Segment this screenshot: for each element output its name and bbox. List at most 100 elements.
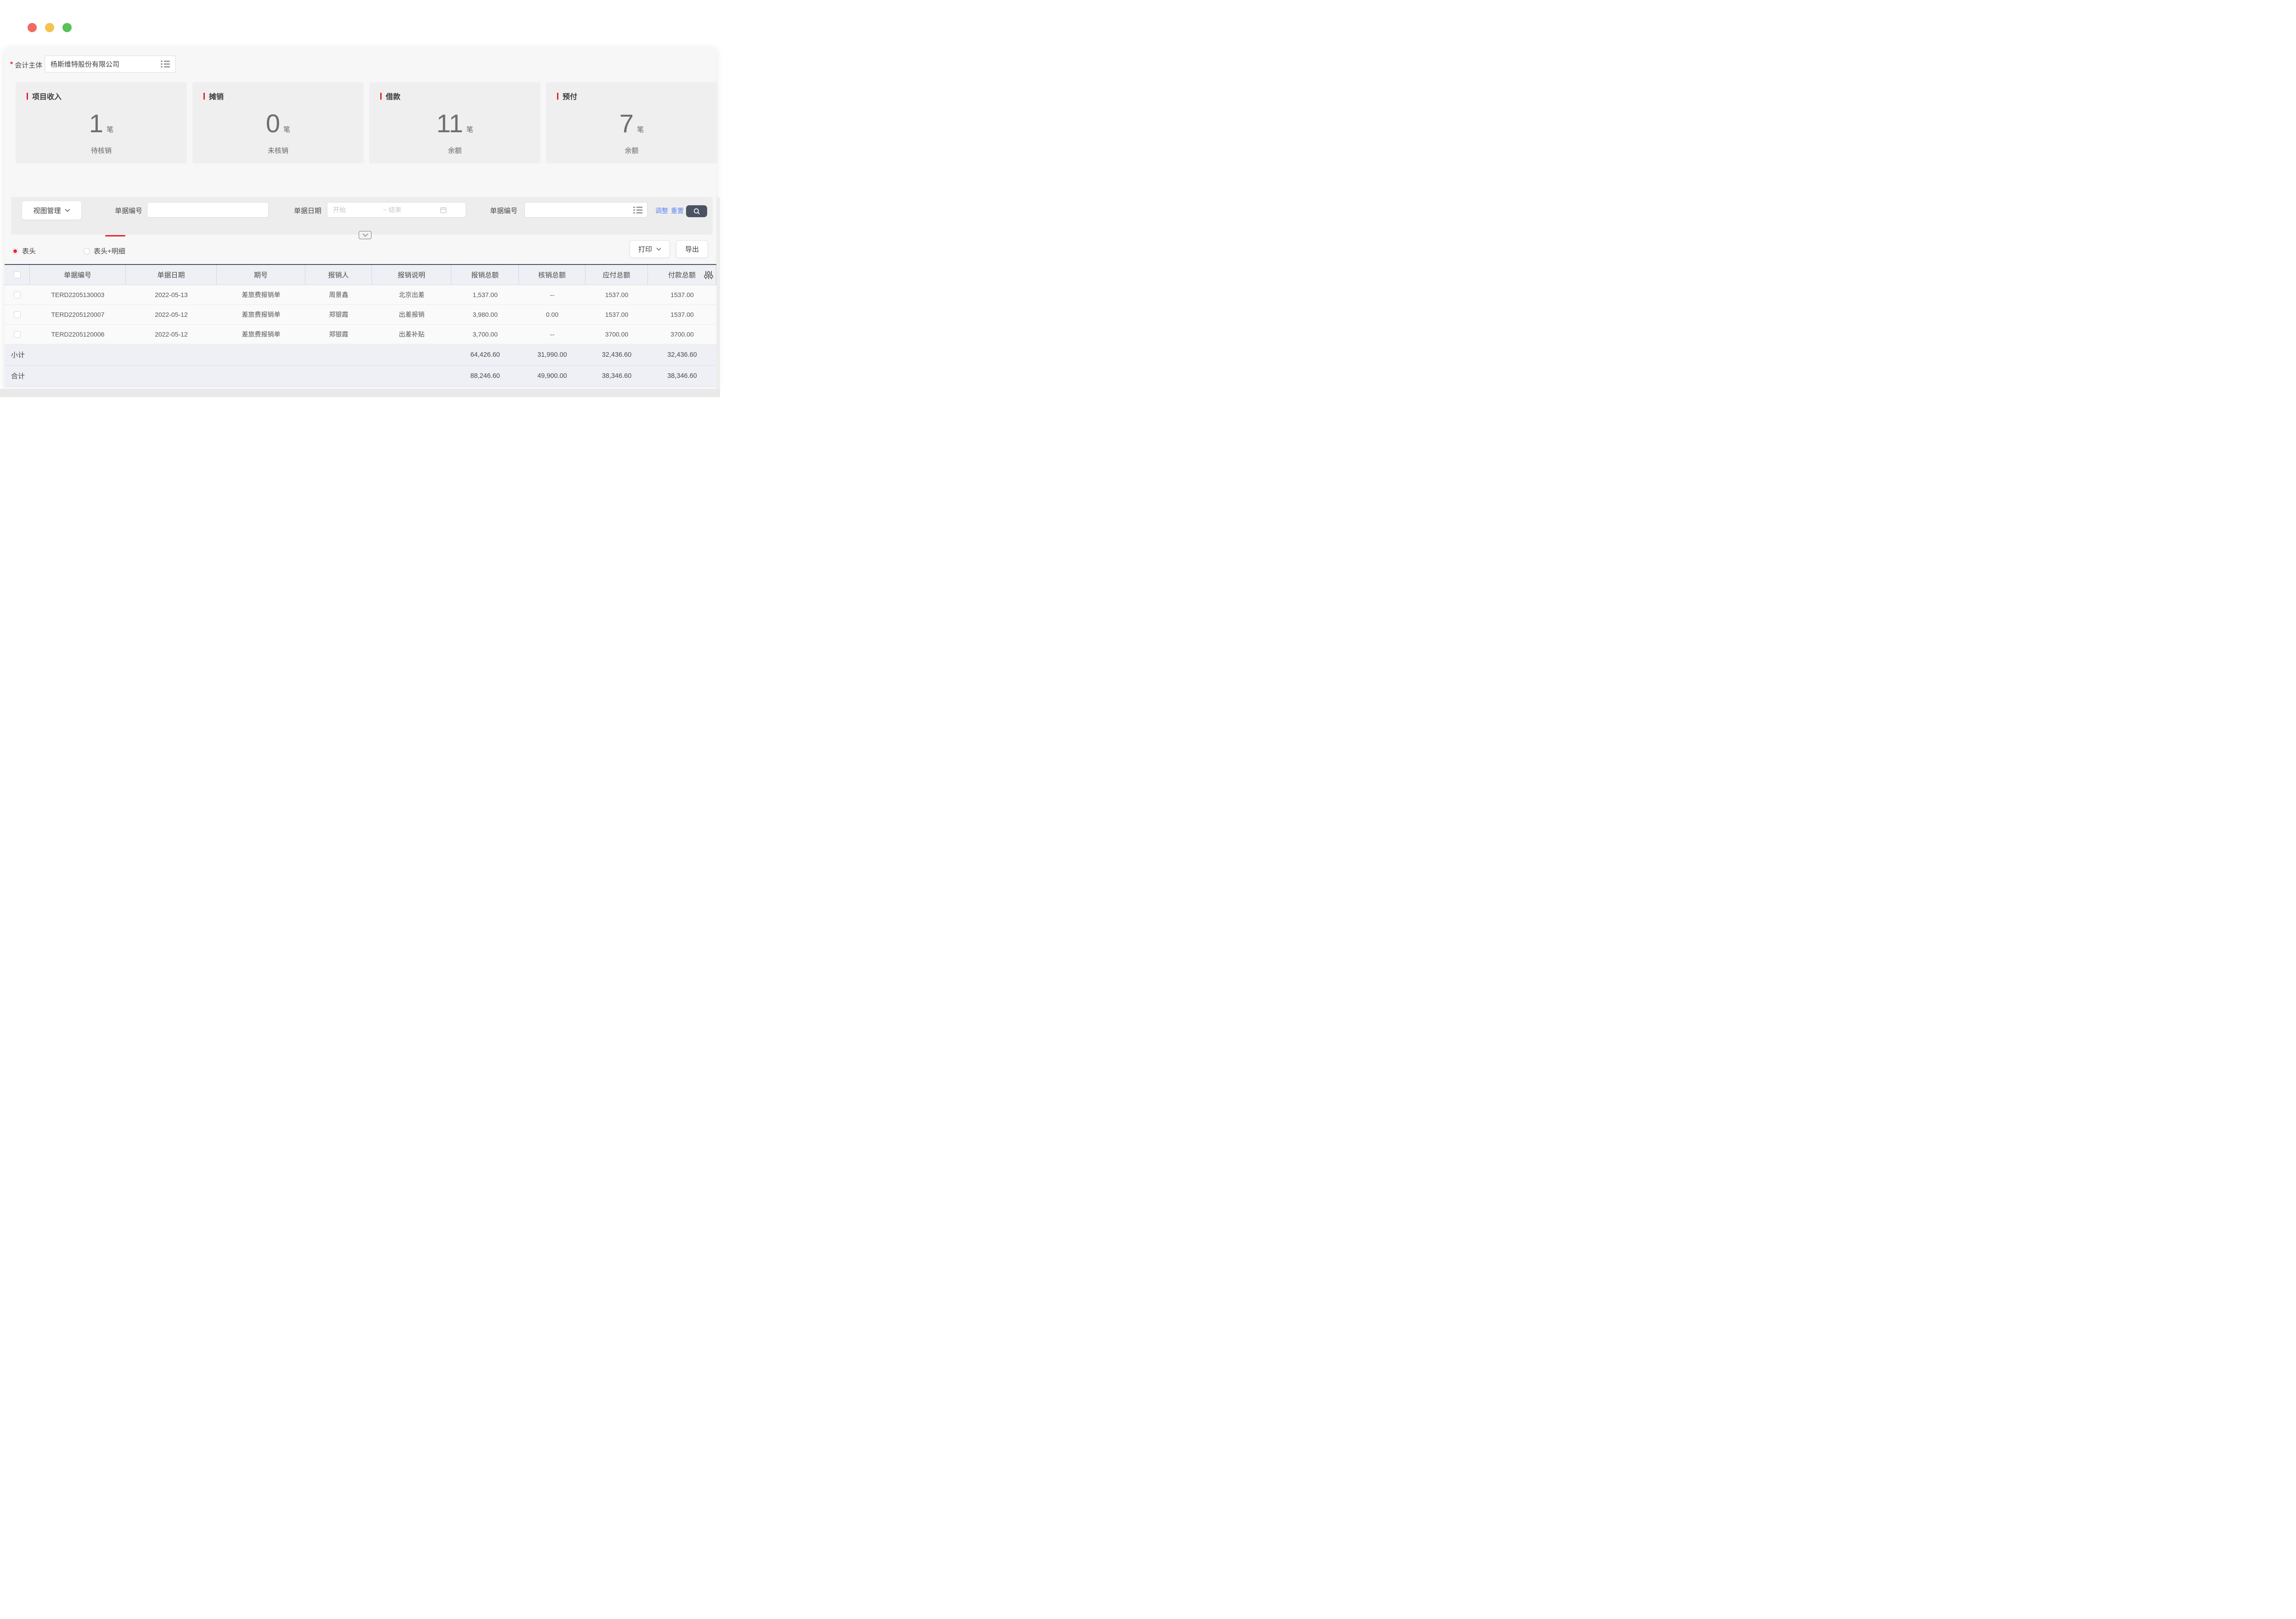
print-button[interactable]: 打印 bbox=[630, 240, 670, 258]
doc-no2-input[interactable] bbox=[529, 206, 633, 214]
chevron-down-icon bbox=[65, 208, 70, 212]
cell: TERD2205130003 bbox=[30, 285, 126, 304]
cell: 1,537.00 bbox=[451, 285, 519, 304]
cell: -- bbox=[519, 325, 585, 344]
date-separator: ~ bbox=[383, 206, 387, 214]
filter-bar: 视图管理 单据编号 单据日期 ~ 单据编号 bbox=[11, 197, 713, 235]
view-mode-radio-1[interactable] bbox=[12, 248, 18, 254]
view-mode-options: 表头 表头+明细 bbox=[12, 246, 125, 256]
view-manage-button[interactable]: 视图管理 bbox=[22, 201, 82, 220]
footer-value: 88,246.60 bbox=[451, 365, 519, 386]
cell: 1537.00 bbox=[585, 305, 648, 324]
subtotal-row: 小计64,426.6031,990.0032,436.6032,436.60 bbox=[5, 344, 716, 365]
stat-count: 1 bbox=[89, 111, 103, 136]
documents-table: 单据编号单据日期期号报销人报销说明报销总额核销总额应付总额付款总额 TERD22… bbox=[5, 264, 716, 387]
column-header-label: 核销总额 bbox=[538, 270, 566, 280]
red-tick-icon bbox=[380, 93, 382, 100]
export-button[interactable]: 导出 bbox=[676, 240, 708, 258]
filter-collapse-button[interactable] bbox=[359, 231, 371, 239]
row-checkbox[interactable] bbox=[14, 331, 21, 338]
column-header-label: 单据日期 bbox=[157, 270, 185, 280]
column-header-7: 核销总额 bbox=[519, 265, 585, 285]
column-settings-icon[interactable] bbox=[704, 270, 713, 280]
print-label: 打印 bbox=[638, 244, 652, 254]
required-asterisk: * bbox=[10, 61, 13, 69]
view-mode-label-2[interactable]: 表头+明细 bbox=[94, 246, 125, 256]
stat-caption: 待核销 bbox=[16, 146, 187, 155]
column-header-3: 期号 bbox=[217, 265, 305, 285]
stat-count: 0 bbox=[266, 111, 280, 136]
cell: 差旅费报销单 bbox=[217, 325, 305, 344]
select-all-checkbox[interactable] bbox=[14, 271, 21, 278]
maximize-button[interactable] bbox=[62, 23, 72, 32]
red-tick-icon bbox=[557, 93, 558, 100]
view-mode-label-1[interactable]: 表头 bbox=[22, 246, 36, 256]
reset-link[interactable]: 重置 bbox=[671, 206, 684, 215]
bottom-band bbox=[0, 389, 720, 397]
cell: -- bbox=[519, 285, 585, 304]
table-row[interactable]: TERD22051200072022-05-12差旅费报销单郑银霞出差报销3,9… bbox=[5, 305, 716, 325]
cell: TERD2205120007 bbox=[30, 305, 126, 324]
table-footer: 小计64,426.6031,990.0032,436.6032,436.60合计… bbox=[5, 344, 716, 387]
stat-card-title: 借款 bbox=[386, 90, 400, 101]
stat-unit: 笔 bbox=[637, 124, 644, 134]
footer-value: 32,436.60 bbox=[648, 344, 716, 365]
red-tick-icon bbox=[203, 93, 205, 100]
chevron-down-icon bbox=[362, 233, 368, 237]
row-select-cell bbox=[5, 305, 30, 324]
column-header-label: 单据编号 bbox=[64, 270, 91, 280]
row-checkbox[interactable] bbox=[14, 311, 21, 318]
column-header-label: 应付总额 bbox=[602, 270, 630, 280]
grand-total-row: 合计88,246.6049,900.0038,346.6038,346.60 bbox=[5, 365, 716, 387]
stat-caption: 未核销 bbox=[192, 146, 364, 155]
cell: 1537.00 bbox=[648, 285, 716, 304]
row-checkbox[interactable] bbox=[14, 292, 21, 298]
doc-date-range-wrap: ~ bbox=[327, 202, 466, 218]
cell: 北京出差 bbox=[372, 285, 451, 304]
stat-caption: 余额 bbox=[546, 146, 717, 155]
search-button[interactable] bbox=[686, 205, 707, 217]
stat-card-2: 摊销0笔未核销 bbox=[192, 82, 364, 163]
list-picker-icon[interactable] bbox=[161, 61, 170, 67]
close-button[interactable] bbox=[28, 23, 37, 32]
doc-no-input-wrap bbox=[147, 202, 269, 218]
export-label: 导出 bbox=[685, 244, 699, 254]
stat-card-1: 项目收入1笔待核销 bbox=[16, 82, 187, 163]
stat-card-4: 预付7笔余额 bbox=[546, 82, 717, 163]
doc-no-input[interactable] bbox=[152, 206, 264, 214]
stat-card-3: 借款11笔余额 bbox=[369, 82, 540, 163]
stat-unit: 笔 bbox=[467, 124, 473, 134]
stat-unit: 笔 bbox=[107, 124, 113, 134]
view-mode-radio-2[interactable] bbox=[84, 248, 90, 254]
column-header-8: 应付总额 bbox=[585, 265, 648, 285]
date-end-input[interactable] bbox=[388, 206, 440, 214]
footer-value: 38,346.60 bbox=[648, 365, 716, 386]
column-header-6: 报销总额 bbox=[451, 265, 519, 285]
entity-value: 杨斯维特股份有限公司 bbox=[51, 59, 161, 69]
table-row[interactable]: TERD22051300032022-05-13差旅费报销单周景鑫北京出差1,5… bbox=[5, 285, 716, 305]
cell: 3,980.00 bbox=[451, 305, 519, 324]
chevron-down-icon bbox=[656, 247, 661, 251]
minimize-button[interactable] bbox=[45, 23, 54, 32]
cell: 2022-05-13 bbox=[126, 285, 217, 304]
list-picker-icon[interactable] bbox=[633, 207, 642, 214]
table-row[interactable]: TERD22051200062022-05-12差旅费报销单郑银霞出差补贴3,7… bbox=[5, 325, 716, 344]
stat-card-title: 摊销 bbox=[209, 90, 224, 101]
column-header-label: 期号 bbox=[254, 270, 268, 280]
calendar-icon[interactable] bbox=[440, 207, 447, 214]
entity-select-input[interactable]: 杨斯维特股份有限公司 bbox=[45, 56, 176, 73]
footer-value: 32,436.60 bbox=[585, 344, 648, 365]
footer-row-label: 合计 bbox=[5, 365, 451, 386]
footer-value: 38,346.60 bbox=[585, 365, 648, 386]
cell: 出差补贴 bbox=[372, 325, 451, 344]
cell: 3,700.00 bbox=[451, 325, 519, 344]
footer-row-label: 小计 bbox=[5, 344, 451, 365]
row-select-cell bbox=[5, 325, 30, 344]
adjust-link[interactable]: 调整 bbox=[655, 206, 668, 215]
cell: 郑银霞 bbox=[305, 305, 372, 324]
row-select-cell bbox=[5, 285, 30, 304]
view-manage-label: 视图管理 bbox=[33, 206, 61, 215]
cell: 郑银霞 bbox=[305, 325, 372, 344]
date-start-input[interactable] bbox=[332, 206, 382, 214]
cell: TERD2205120006 bbox=[30, 325, 126, 344]
